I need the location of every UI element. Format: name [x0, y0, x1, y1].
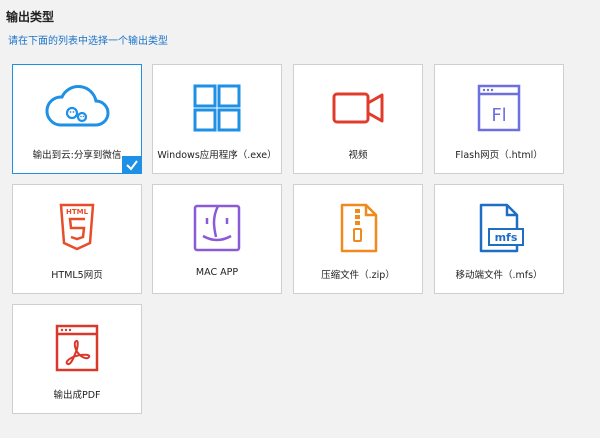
- html5-icon: HTML: [13, 203, 141, 253]
- option-flash-html[interactable]: Fl Flash网页（.html）: [434, 64, 564, 174]
- option-label: Flash网页（.html）: [455, 150, 543, 161]
- option-label: 输出成PDF: [53, 390, 101, 401]
- mfs-logo-text: mfs: [495, 231, 518, 244]
- option-label: Windows应用程序（.exe）: [157, 150, 277, 161]
- option-pdf[interactable]: 输出成PDF: [12, 304, 142, 414]
- option-mac-app[interactable]: MAC APP: [152, 184, 282, 294]
- option-label: 视频: [348, 150, 368, 161]
- option-cloud-share[interactable]: 输出到云:分享到微信: [12, 64, 142, 174]
- option-label: HTML5网页: [51, 270, 103, 281]
- option-windows-exe[interactable]: Windows应用程序（.exe）: [152, 64, 282, 174]
- video-camera-icon: [294, 83, 422, 133]
- pdf-icon: [13, 323, 141, 373]
- title: 输出类型: [6, 10, 55, 24]
- option-zip[interactable]: 压缩文件（.zip）: [293, 184, 423, 294]
- flash-logo-text: Fl: [491, 105, 506, 126]
- option-mfs[interactable]: mfs 移动端文件（.mfs）: [434, 184, 564, 294]
- mac-finder-icon: [153, 203, 281, 253]
- flash-page-icon: Fl: [435, 83, 563, 133]
- checkmark-icon: [122, 156, 142, 174]
- windows-icon: [153, 83, 281, 133]
- option-label: MAC APP: [195, 267, 239, 278]
- option-label: 压缩文件（.zip）: [321, 270, 395, 281]
- html5-logo-text: HTML: [66, 208, 89, 216]
- option-video[interactable]: 视频: [293, 64, 423, 174]
- subtitle: 请在下面的列表中选择一个输出类型: [8, 36, 168, 47]
- zip-file-icon: [294, 203, 422, 253]
- option-html5[interactable]: HTML HTML5网页: [12, 184, 142, 294]
- cloud-share-icon: [13, 83, 141, 133]
- option-label: 移动端文件（.mfs）: [455, 270, 543, 281]
- mfs-file-icon: mfs: [435, 203, 563, 253]
